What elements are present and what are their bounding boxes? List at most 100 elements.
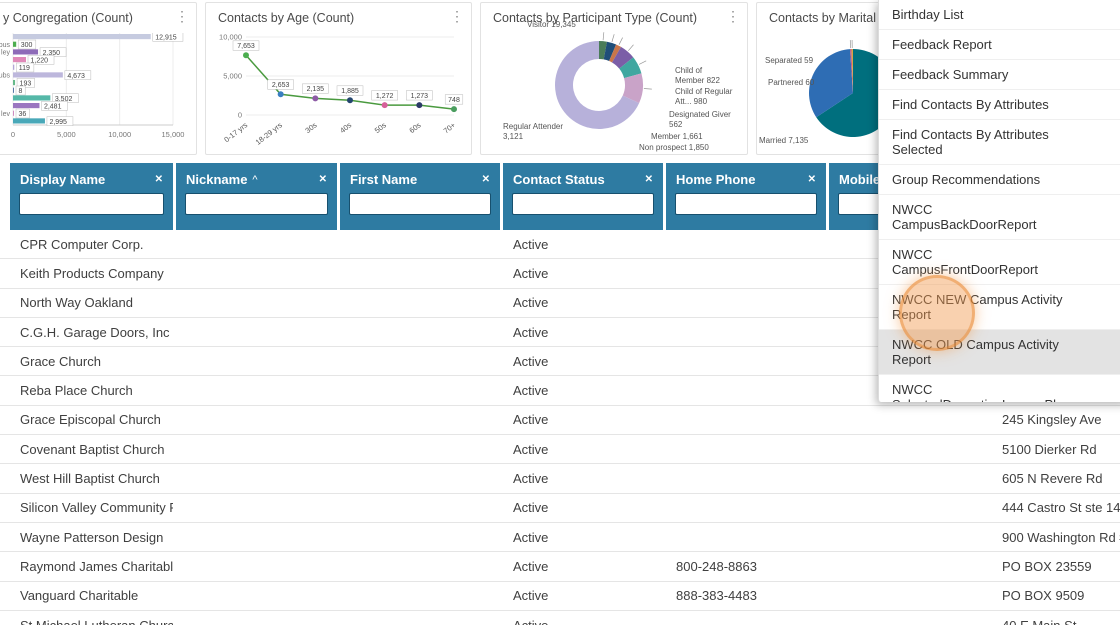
cell-display-name: North Way Oakland (20, 295, 133, 311)
svg-text:18-29 yrs: 18-29 yrs (254, 120, 284, 146)
column-header-nickname[interactable]: Nickname ^ ✕ (176, 163, 337, 230)
table-row[interactable]: Raymond James Charitable Active 800-248-88… (0, 552, 1120, 582)
table-row[interactable]: St Michael Lutheran Church Active 40 E Mai… (0, 610, 1120, 625)
remove-column-icon[interactable]: ✕ (313, 174, 327, 185)
cell-display-name: Grace Church (20, 353, 101, 369)
svg-text:8: 8 (19, 88, 23, 95)
remove-column-icon[interactable]: ✕ (802, 174, 816, 185)
kebab-menu-icon[interactable]: ⋮ (175, 9, 189, 23)
svg-text:2,653: 2,653 (272, 82, 290, 89)
cell-contact-status: Active (513, 529, 549, 545)
cell-contact-status: Active (513, 500, 549, 516)
menu-item-group-recommendations[interactable]: Group Recommendations (879, 165, 1120, 195)
svg-text:15,000: 15,000 (162, 130, 185, 139)
column-header-contact-status[interactable]: Contact Status ✕ (503, 163, 663, 230)
svg-text:1,273: 1,273 (411, 93, 429, 100)
pie-segment-label: Partnered 60 (768, 78, 815, 87)
cell-address: 900 Washington Rd #2 (1002, 529, 1120, 545)
cell-address: 245 Kingsley Ave (1002, 412, 1102, 428)
cell-address: 5100 Dierker Rd (1002, 441, 1097, 457)
column-header-display-name[interactable]: Display Name ✕ (10, 163, 173, 230)
menu-item-feedback-summary[interactable]: Feedback Summary (879, 60, 1120, 90)
cell-display-name: Vanguard Charitable (20, 588, 139, 604)
menu-item-find-contacts-by-attributes[interactable]: Find Contacts By Attributes (879, 90, 1120, 120)
chart-title-congregation: y Congregation (Count) (3, 11, 133, 25)
donut-segment-label: Non prospect 1,850 (639, 143, 709, 152)
donut-segment-label: Visitor 19,345 (527, 20, 576, 29)
svg-text:40s: 40s (338, 120, 353, 135)
remove-column-icon[interactable]: ✕ (476, 174, 490, 185)
donut-segment-label: Regular Attender 3,121 (503, 122, 564, 141)
table-row[interactable]: Grace Episcopal Church Active 245 Kingsley… (0, 405, 1120, 436)
header-gutter (0, 163, 7, 230)
column-header-first-name[interactable]: First Name ✕ (340, 163, 500, 230)
table-row[interactable]: Silicon Valley Community Fc Active 444 Cas… (0, 493, 1120, 523)
kebab-menu-icon[interactable]: ⋮ (450, 9, 464, 23)
svg-text:748: 748 (448, 97, 460, 104)
svg-text:30s: 30s (303, 120, 318, 135)
remove-column-icon[interactable]: ✕ (639, 174, 653, 185)
svg-text:ubs: ubs (0, 73, 10, 80)
column-title: Nickname (186, 172, 248, 187)
filter-input-display-name[interactable] (19, 193, 164, 215)
donut-chart: Child of Member 822 Child of Regular Att.… (481, 3, 747, 154)
bar-chart: 0 5,000 10,000 15,000 12,915 pus 300 ley 2,350 1,… (0, 32, 197, 155)
svg-text:ley: ley (1, 50, 10, 57)
cell-home-phone: 888-383-4483 (676, 588, 757, 604)
cell-contact-status: Active (513, 617, 549, 625)
table-row[interactable]: Vanguard Charitable Active 888-383-4483 PO … (0, 581, 1120, 611)
svg-text:2,135: 2,135 (307, 86, 325, 93)
svg-text:2,995: 2,995 (49, 119, 67, 126)
pie-segment-label: Married 7,135 (759, 136, 809, 145)
svg-text:5,000: 5,000 (57, 130, 76, 139)
donut-segment-label: Child of Member 822 (675, 66, 720, 85)
menu-item-nwcc-new-campus-activity-report[interactable]: NWCC NEW Campus Activity Report (879, 285, 1120, 330)
app-screen: y Congregation (Count) ⋮ 0 5,000 10,000 15,… (0, 0, 1120, 625)
svg-text:0: 0 (238, 111, 242, 120)
cell-display-name: Grace Episcopal Church (20, 412, 161, 428)
filter-input-nickname[interactable] (185, 193, 328, 215)
menu-item-birthday-list[interactable]: Birthday List (879, 0, 1120, 30)
table-row[interactable]: West Hill Baptist Church Active 605 N Reve… (0, 464, 1120, 494)
svg-text:0: 0 (11, 130, 15, 139)
donut-segment-label: Member 1,661 (651, 132, 703, 141)
chart-card-age: Contacts by Age (Count) ⋮ 0 5,000 10,000 7,… (205, 2, 472, 155)
filter-input-home-phone[interactable] (675, 193, 817, 215)
filter-input-first-name[interactable] (349, 193, 491, 215)
table-row[interactable]: Covenant Baptist Church Active 5100 Dierke… (0, 435, 1120, 465)
menu-item-nwcc-campusbackdoorreport[interactable]: NWCC CampusBackDoorReport (879, 195, 1120, 240)
column-header-home-phone[interactable]: Home Phone ✕ (666, 163, 826, 230)
svg-text:70+: 70+ (442, 120, 458, 135)
remove-column-icon[interactable]: ✕ (149, 174, 163, 185)
cell-address: PO BOX 9509 (1002, 588, 1085, 604)
cell-contact-status: Active (513, 441, 549, 457)
svg-text:36: 36 (19, 111, 27, 118)
cell-display-name: Keith Products Company (20, 265, 164, 281)
table-row[interactable]: Wayne Patterson Design Active 900 Washingt… (0, 522, 1120, 553)
chart-card-participant-type: Contacts by Participant Type (Count) ⋮ C… (480, 2, 748, 155)
column-title: First Name (350, 172, 418, 187)
menu-item-feedback-report[interactable]: Feedback Report (879, 30, 1120, 60)
donut-segment-label: Child of Regular Att... 980 (675, 87, 733, 106)
svg-text:10,000: 10,000 (108, 130, 131, 139)
column-title: Contact Status (513, 172, 605, 187)
cell-contact-status: Active (513, 558, 549, 574)
cell-contact-status: Active (513, 324, 549, 340)
filter-input-contact-status[interactable] (512, 193, 654, 215)
svg-text:60s: 60s (407, 120, 422, 135)
cell-display-name: West Hill Baptist Church (20, 471, 160, 487)
svg-text:5,000: 5,000 (223, 72, 242, 81)
menu-item-nwcc-old-campus-activity-report[interactable]: NWCC OLD Campus Activity Report (879, 330, 1120, 375)
svg-text:12,915: 12,915 (155, 35, 177, 42)
cell-contact-status: Active (513, 383, 549, 399)
cell-address: 444 Castro St ste 140t (1002, 500, 1120, 516)
chart-title-age: Contacts by Age (Count) (218, 11, 355, 25)
menu-item-find-contacts-by-attributes-selected[interactable]: Find Contacts By Attributes Selected (879, 120, 1120, 165)
svg-text:119: 119 (19, 65, 30, 72)
menu-item-nwcc-campusfrontdoorreport[interactable]: NWCC CampusFrontDoorReport (879, 240, 1120, 285)
cell-address: 605 N Revere Rd (1002, 471, 1103, 487)
cell-contact-status: Active (513, 412, 549, 428)
cell-display-name: C.G.H. Garage Doors, Inc (20, 324, 170, 340)
svg-text:lev: lev (1, 111, 10, 118)
menu-item-nwcc-selecteddonantionimagesplus[interactable]: NWCC SelectedDonantionImagesPlus (879, 375, 1120, 402)
